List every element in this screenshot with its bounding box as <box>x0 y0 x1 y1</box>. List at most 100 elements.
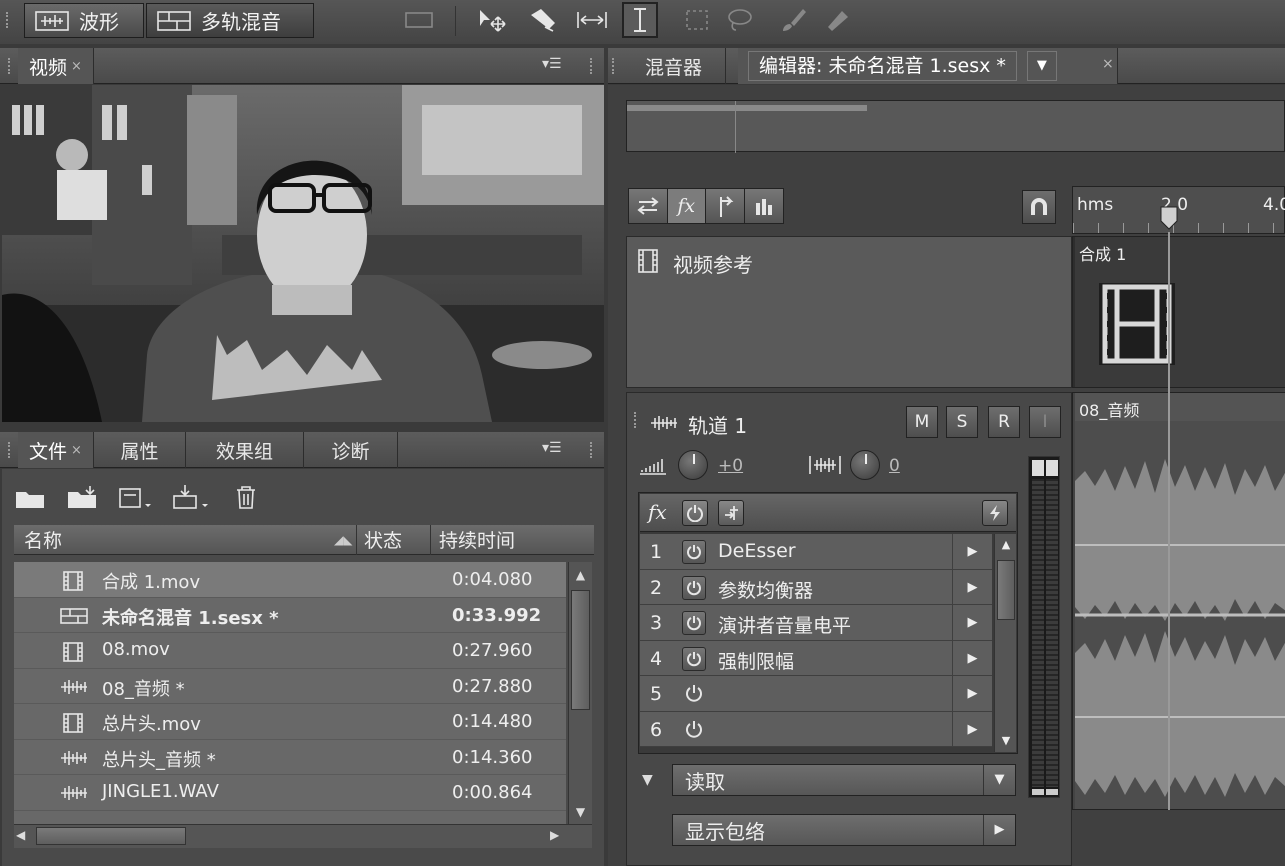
tab-mixer[interactable]: 混音器 <box>622 48 726 84</box>
tab-files[interactable]: 文件 × <box>18 432 94 468</box>
sort-ascending-icon[interactable]: ◢◣ <box>334 533 352 547</box>
scroll-down-arrow-icon[interactable]: ▼ <box>569 800 592 824</box>
scroll-up-arrow-icon[interactable]: ▲ <box>995 538 1017 551</box>
solo-button[interactable]: S <box>946 406 978 438</box>
open-file-button[interactable] <box>14 486 46 514</box>
track-name[interactable]: 轨道 1 <box>688 410 747 439</box>
hscroll-thumb[interactable] <box>36 827 186 845</box>
effect-menu-arrow-icon[interactable]: ▶ <box>952 605 992 640</box>
inputs-outputs-button[interactable] <box>629 189 668 223</box>
pre-post-fader-button[interactable] <box>718 500 744 526</box>
scroll-left-arrow-icon[interactable]: ◀ <box>16 828 25 842</box>
effect-power-button[interactable] <box>682 540 706 564</box>
effect-power-button[interactable] <box>682 646 706 671</box>
volume-value[interactable]: +0 <box>718 456 743 476</box>
tab-close-icon[interactable]: × <box>1102 56 1114 72</box>
new-file-button[interactable] <box>118 486 154 514</box>
tab-close-icon[interactable]: × <box>71 59 82 74</box>
file-row[interactable]: 08_音频 * 0:27.880 <box>14 668 566 704</box>
lasso-tool-button[interactable] <box>724 6 754 34</box>
panel-menu-icon[interactable]: ▾☰ <box>542 56 562 72</box>
effect-slot[interactable]: 5 ▶ <box>640 676 992 712</box>
effect-slot[interactable]: 2 参数均衡器 ▶ <box>640 569 992 605</box>
pan-knob[interactable] <box>850 450 880 480</box>
apply-effects-button[interactable] <box>982 500 1008 526</box>
effect-menu-arrow-icon[interactable]: ▶ <box>952 569 992 605</box>
effect-menu-arrow-icon[interactable]: ▶ <box>952 711 992 747</box>
playhead-handle[interactable] <box>1159 205 1179 231</box>
effects-rack-scrollbar[interactable]: ▲ ▼ <box>994 534 1016 752</box>
video-clip[interactable]: 合成 1 <box>1075 237 1285 387</box>
vscroll-thumb[interactable] <box>997 560 1015 620</box>
tab-editor[interactable]: 编辑器: 未命名混音 1.sesx * ▼ <box>738 48 1118 84</box>
delete-file-button[interactable] <box>234 485 258 515</box>
tab-close-icon[interactable]: × <box>71 443 82 458</box>
column-duration[interactable]: 持续时间 <box>439 526 515 553</box>
column-status[interactable]: 状态 <box>364 526 402 553</box>
brush-tool-button[interactable] <box>778 6 808 34</box>
mute-button[interactable]: M <box>906 406 938 438</box>
effect-power-button[interactable] <box>682 682 706 706</box>
tab-effects-rack[interactable]: 效果组 <box>186 432 304 468</box>
tab-diagnostics[interactable]: 诊断 <box>304 432 398 468</box>
snap-button[interactable] <box>1022 190 1056 224</box>
file-row[interactable]: 合成 1.mov 0:04.080 <box>14 562 566 598</box>
effect-power-button[interactable] <box>682 611 706 635</box>
time-selection-tool-button[interactable] <box>622 2 658 38</box>
effect-power-button[interactable] <box>682 575 706 600</box>
panel-grip[interactable] <box>8 442 12 458</box>
effect-slot[interactable]: 3 演讲者音量电平 ▶ <box>640 605 992 641</box>
file-row[interactable]: 08.mov 0:27.960 <box>14 633 566 669</box>
file-row[interactable]: 总片头.mov 0:14.480 <box>14 704 566 740</box>
effect-slot[interactable]: 4 强制限幅 ▶ <box>640 640 992 676</box>
multitrack-mode-button[interactable]: 多轨混音 <box>146 3 314 38</box>
marquee-tool-button[interactable] <box>682 6 712 34</box>
eq-view-button[interactable] <box>744 189 783 223</box>
effect-menu-arrow-icon[interactable]: ▶ <box>952 676 992 711</box>
record-arm-button[interactable]: R <box>988 406 1020 438</box>
effect-slot[interactable]: 1 DeEsser ▶ <box>640 534 992 570</box>
time-ruler[interactable]: hms 2.0 4.0 <box>1072 186 1285 234</box>
volume-knob[interactable] <box>678 450 708 480</box>
scroll-up-arrow-icon[interactable]: ▲ <box>569 562 592 588</box>
waveform-mode-button[interactable]: 波形 <box>24 3 144 38</box>
panel-grip[interactable] <box>612 58 616 74</box>
spectral-display-button[interactable] <box>404 6 434 34</box>
insert-into-multitrack-button[interactable] <box>172 484 212 514</box>
panel-menu-icon[interactable]: ▾☰ <box>542 440 562 456</box>
pan-value[interactable]: 0 <box>889 456 900 476</box>
effect-menu-arrow-icon[interactable]: ▶ <box>952 640 992 676</box>
zoom-navigator[interactable] <box>626 100 1285 153</box>
effects-view-button[interactable]: fx <box>667 189 706 223</box>
file-row[interactable]: JINGLE1.WAV 0:00.864 <box>14 775 566 811</box>
audio-clip[interactable]: 08_音频 <box>1075 393 1285 809</box>
tab-properties[interactable]: 属性 <box>94 432 186 468</box>
track-grip[interactable] <box>634 412 638 428</box>
automation-mode-dropdown[interactable]: 读取 ▼ <box>672 764 1016 796</box>
rack-power-button[interactable] <box>682 500 708 526</box>
panel-grip-right[interactable] <box>590 58 594 74</box>
file-list-vscroll[interactable]: ▲ ▼ <box>568 562 592 824</box>
show-envelopes-dropdown[interactable]: 显示包络 ▶ <box>672 814 1016 846</box>
panel-grip-right[interactable] <box>590 442 594 458</box>
file-list-hscroll[interactable]: ◀ ▶ <box>14 824 592 848</box>
effect-slot[interactable]: 6 ▶ <box>640 711 992 747</box>
file-row[interactable]: 未命名混音 1.sesx * 0:33.992 <box>14 597 566 633</box>
sends-view-button[interactable] <box>706 189 745 223</box>
effect-menu-arrow-icon[interactable]: ▶ <box>952 534 992 569</box>
automation-disclosure-icon[interactable]: ▼ <box>642 772 653 788</box>
effect-power-button[interactable] <box>682 718 706 742</box>
monitor-input-button[interactable]: I <box>1029 406 1061 438</box>
move-tool-button[interactable] <box>474 6 514 34</box>
scroll-down-arrow-icon[interactable]: ▼ <box>995 734 1017 747</box>
vscroll-thumb[interactable] <box>571 590 590 710</box>
column-name[interactable]: 名称 <box>24 526 62 553</box>
toolbar-grip[interactable] <box>6 12 10 28</box>
razor-tool-button[interactable] <box>524 6 564 34</box>
video-track-header[interactable]: 视频参考 <box>626 236 1072 388</box>
slip-tool-button[interactable] <box>574 6 610 34</box>
panel-grip[interactable] <box>8 58 12 74</box>
tab-dropdown-icon[interactable]: ▼ <box>1026 51 1057 81</box>
navigator-visible-range[interactable] <box>627 105 867 111</box>
file-row[interactable]: 总片头_音频 * 0:14.360 <box>14 739 566 775</box>
